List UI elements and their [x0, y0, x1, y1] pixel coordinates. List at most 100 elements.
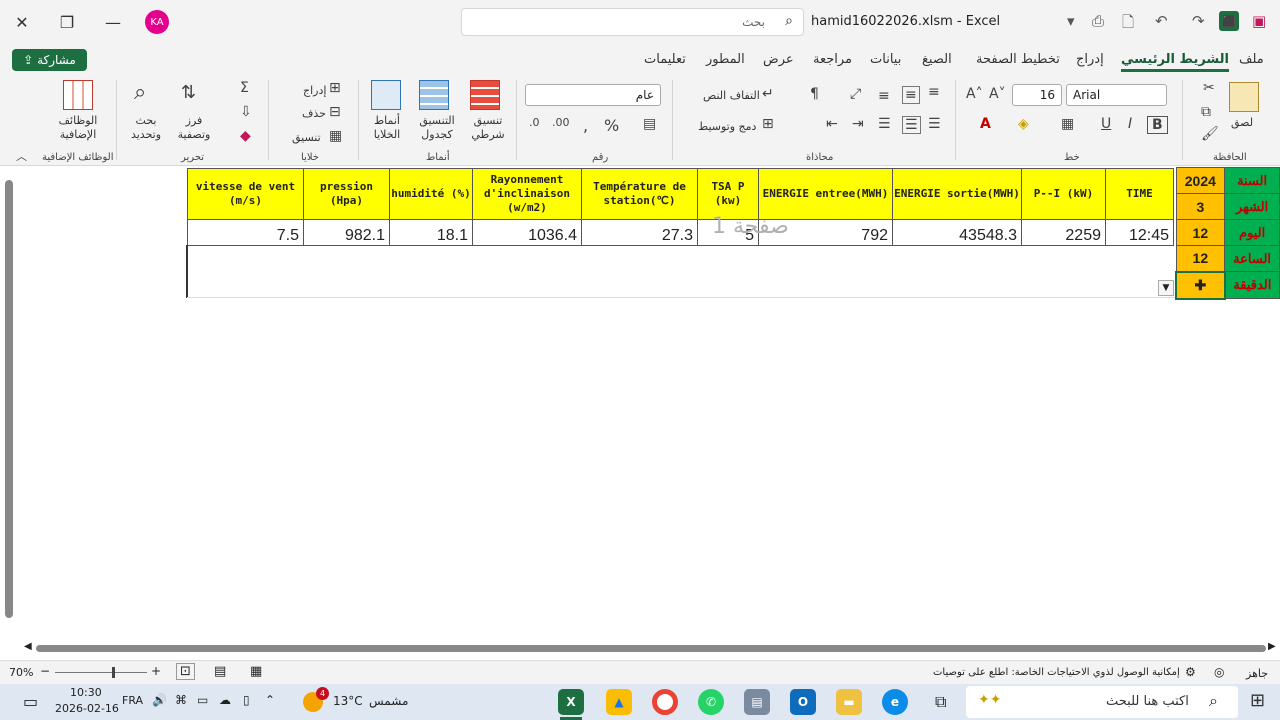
align-right-icon[interactable]: ☰: [928, 116, 941, 132]
find-select-icon[interactable]: ⌕: [134, 80, 146, 105]
format-as-table-icon[interactable]: [419, 80, 449, 110]
font-color-icon[interactable]: A: [980, 116, 991, 132]
format-label[interactable]: تنسيق: [292, 131, 321, 144]
align-center-icon[interactable]: ☰: [902, 116, 921, 134]
horizontal-scroll-thumb[interactable]: [36, 645, 1266, 652]
task-view-icon[interactable]: ⧉: [935, 692, 946, 712]
weather-desc[interactable]: مشمس: [369, 694, 408, 708]
conditional-formatting-icon[interactable]: [470, 80, 500, 110]
whatsapp-icon[interactable]: ✆: [698, 689, 724, 715]
chrome-icon[interactable]: [652, 689, 678, 715]
cut-icon[interactable]: ✂: [1203, 80, 1215, 96]
phone-icon[interactable]: ▯: [243, 693, 250, 707]
tab-view[interactable]: عرض: [763, 52, 794, 67]
value-cell[interactable]: 18.1: [389, 219, 473, 246]
clear-icon[interactable]: ◆: [240, 128, 251, 144]
tab-formulas[interactable]: الصيغ: [922, 52, 952, 67]
vertical-scroll-thumb[interactable]: [5, 180, 13, 618]
new-file-icon[interactable]: 🗋: [1122, 12, 1134, 37]
value-cell[interactable]: 27.3: [581, 219, 698, 246]
macro-icon[interactable]: ◎: [1214, 665, 1224, 679]
decrease-indent-icon[interactable]: ⇤: [826, 116, 838, 132]
search-input[interactable]: بحث ⌕: [461, 8, 804, 36]
value-cell[interactable]: 43548.3: [892, 219, 1022, 246]
value-cell[interactable]: 7.5: [187, 219, 304, 246]
google-drive-icon[interactable]: ▲: [606, 689, 632, 715]
tab-file[interactable]: ملف: [1239, 52, 1264, 67]
font-name-select[interactable]: Arial: [1066, 84, 1167, 106]
edge-icon[interactable]: e: [882, 689, 908, 715]
volume-icon[interactable]: 🔊: [152, 693, 167, 707]
increase-font-icon[interactable]: A˄: [966, 86, 983, 102]
comma-icon[interactable]: ,: [583, 116, 588, 135]
conditional-formatting-label[interactable]: تنسيق شرطي: [466, 114, 510, 142]
avatar[interactable]: KA: [145, 10, 169, 34]
tab-page-layout[interactable]: تخطيط الصفحة: [976, 52, 1060, 67]
delete-cells-icon[interactable]: ⊟: [329, 104, 341, 120]
redo-icon[interactable]: ↷: [1192, 12, 1205, 30]
notification-icon[interactable]: ▭: [23, 692, 38, 711]
italic-button[interactable]: I: [1128, 116, 1132, 132]
addins-icon[interactable]: [63, 80, 93, 110]
tab-developer[interactable]: المطور: [706, 52, 745, 67]
windows-start-icon[interactable]: ⊞: [1250, 690, 1265, 711]
delete-label[interactable]: حذف: [302, 107, 326, 120]
page-break-view-icon[interactable]: ⊡: [176, 663, 195, 680]
copy-icon[interactable]: ⧉: [1201, 104, 1211, 120]
language-indicator[interactable]: FRA: [122, 694, 143, 707]
tab-data[interactable]: بيانات: [870, 52, 901, 67]
weather-temp[interactable]: 13°C: [333, 694, 363, 708]
format-cells-icon[interactable]: ▦: [329, 128, 342, 144]
align-middle-icon[interactable]: ≡: [902, 86, 920, 104]
hour-cell[interactable]: 12: [1175, 245, 1226, 272]
month-cell[interactable]: 3: [1175, 193, 1226, 220]
clock-date[interactable]: 2026-02-16: [55, 702, 119, 715]
undo-icon[interactable]: ↶: [1155, 12, 1168, 30]
collapse-ribbon-icon[interactable]: ︿: [16, 148, 27, 164]
sort-filter-label[interactable]: فرز وتصفية: [174, 114, 214, 142]
underline-button[interactable]: U: [1101, 116, 1111, 132]
restore-icon[interactable]: ❐: [53, 8, 81, 36]
battery-icon[interactable]: ▭: [197, 693, 208, 707]
align-bottom-icon[interactable]: ≡: [878, 88, 890, 104]
wrap-text-icon[interactable]: ↵: [762, 86, 774, 102]
print-icon[interactable]: ⎙: [1092, 12, 1104, 30]
taskbar-search-input[interactable]: ✦✦ اكتب هنا للبحث ⌕: [966, 686, 1238, 718]
minute-cell[interactable]: ✚: [1175, 270, 1226, 300]
value-cell[interactable]: 2259: [1021, 219, 1106, 246]
file-explorer-icon[interactable]: ▬: [836, 689, 862, 715]
tab-insert[interactable]: إدراج: [1076, 52, 1104, 67]
value-cell[interactable]: 982.1: [303, 219, 390, 246]
percent-icon[interactable]: %: [604, 116, 619, 135]
excel-taskbar-icon[interactable]: X: [558, 689, 584, 715]
close-icon[interactable]: ✕: [8, 8, 36, 36]
sort-filter-icon[interactable]: ⇅: [181, 82, 196, 103]
format-as-table-label[interactable]: التنسيق كجدول: [414, 114, 460, 142]
merge-icon[interactable]: ⊞: [762, 116, 774, 132]
tab-home[interactable]: الشريط الرئيسي: [1121, 52, 1229, 72]
wrap-text-label[interactable]: التفاف النص: [703, 89, 760, 102]
value-cell[interactable]: 12:45: [1105, 219, 1174, 246]
insert-cells-icon[interactable]: ⊞: [329, 80, 341, 96]
header-cell[interactable]: TIME: [1105, 168, 1174, 220]
header-cell[interactable]: TSA P (kw): [697, 168, 759, 220]
value-cell[interactable]: 1036.4: [472, 219, 582, 246]
fill-color-icon[interactable]: ◈: [1018, 116, 1029, 132]
outlook-icon[interactable]: O: [790, 689, 816, 715]
clock-time[interactable]: 10:30: [70, 686, 102, 699]
normal-view-icon[interactable]: ▦: [250, 664, 262, 679]
zoom-out-icon[interactable]: −: [40, 664, 50, 678]
zoom-slider[interactable]: [55, 672, 147, 673]
header-cell[interactable]: P--I (kW): [1021, 168, 1106, 220]
format-painter-icon[interactable]: 🖌: [1201, 126, 1219, 142]
decrease-font-icon[interactable]: A˅: [989, 86, 1006, 102]
dropdown-arrow-icon[interactable]: ▼: [1158, 280, 1174, 296]
increase-decimal-icon[interactable]: .0: [529, 116, 540, 129]
header-cell[interactable]: vitesse de vent (m/s): [187, 168, 304, 220]
autosum-icon[interactable]: Σ: [240, 80, 249, 96]
cloud-icon[interactable]: ☁: [219, 693, 231, 707]
header-cell[interactable]: humidité (%): [389, 168, 473, 220]
number-format-select[interactable]: عام: [525, 84, 661, 106]
merge-label[interactable]: دمج وتوسيط: [698, 120, 756, 133]
scroll-right-icon[interactable]: ▶: [1268, 641, 1276, 652]
